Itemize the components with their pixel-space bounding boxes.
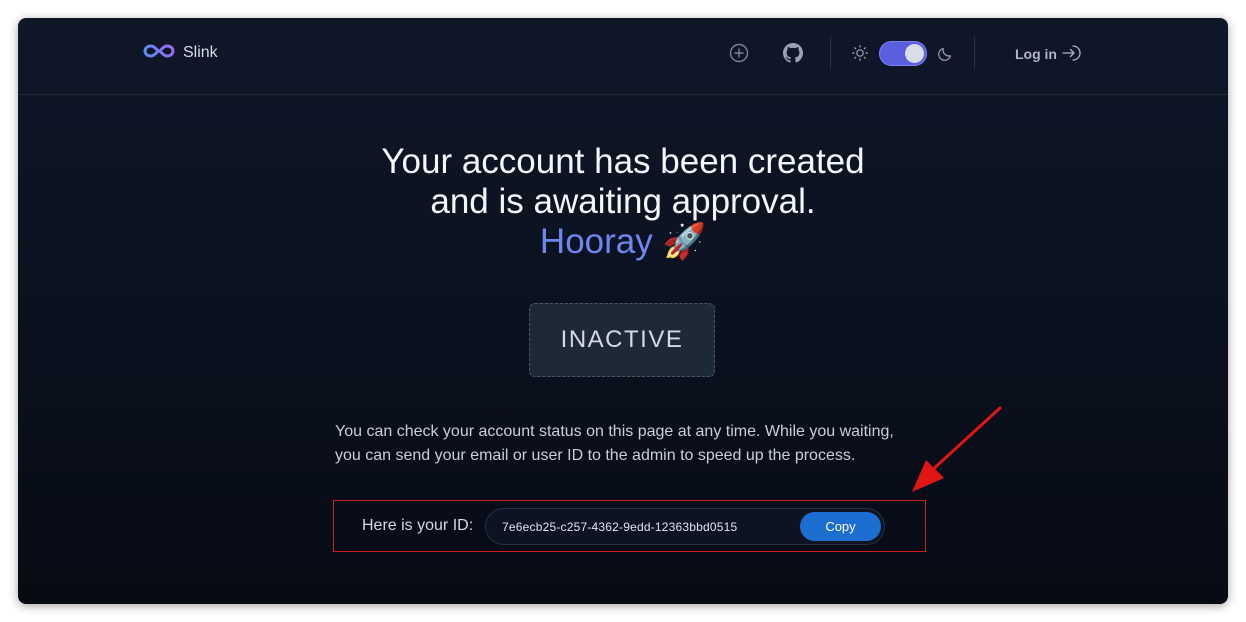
id-highlight-box: Here is your ID: 7e6ecb25-c257-4362-9edd… xyxy=(333,500,926,552)
moon-icon[interactable] xyxy=(935,42,957,64)
app-window: Slink Log in Your account has been creat… xyxy=(18,18,1228,604)
theme-toggle-knob xyxy=(905,44,924,63)
theme-toggle[interactable] xyxy=(879,41,927,66)
page-title-line-1: Your account has been created xyxy=(381,142,865,181)
hooray-text: Hooray 🚀 xyxy=(539,222,707,261)
log-in-icon xyxy=(1061,43,1081,66)
id-label: Here is your ID: xyxy=(362,517,474,534)
login-label: Log in xyxy=(1015,46,1057,62)
user-id-field[interactable]: 7e6ecb25-c257-4362-9edd-12363bbd0515 Cop… xyxy=(485,508,885,545)
annotation-arrow-icon xyxy=(890,406,1010,507)
sun-icon[interactable] xyxy=(849,42,871,64)
login-button[interactable]: Log in xyxy=(1015,44,1081,64)
info-text: You can check your account status on thi… xyxy=(335,423,894,464)
user-id-value[interactable]: 7e6ecb25-c257-4362-9edd-12363bbd0515 xyxy=(502,520,737,534)
status-badge: INACTIVE xyxy=(529,303,715,377)
infinity-logo-icon xyxy=(143,43,175,64)
navbar: Slink Log in xyxy=(18,18,1228,95)
github-icon[interactable] xyxy=(782,42,804,64)
copy-button[interactable]: Copy xyxy=(800,512,881,541)
add-circle-icon[interactable] xyxy=(728,42,750,64)
navbar-divider xyxy=(974,36,975,70)
page-title-line-2: and is awaiting approval. xyxy=(430,182,816,221)
brand-link[interactable]: Slink xyxy=(143,42,218,64)
navbar-divider xyxy=(830,36,831,70)
page-title: Your account has been created and is awa… xyxy=(18,142,1228,262)
brand-name: Slink xyxy=(183,44,218,61)
